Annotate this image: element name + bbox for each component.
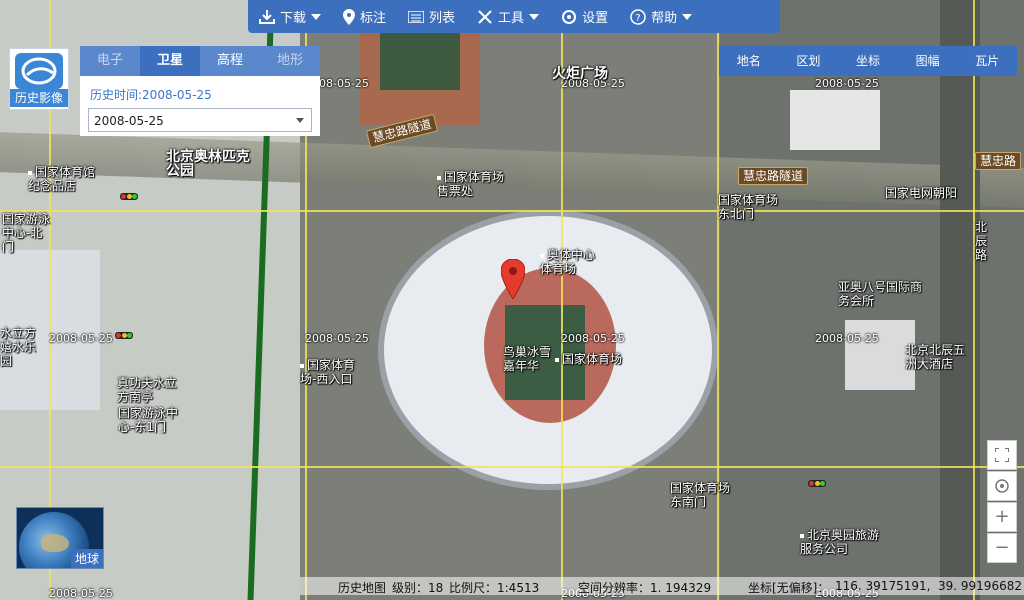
place-label: 国家游泳中心-北门 <box>2 212 51 254</box>
layer-map-sheets[interactable]: 图幅 <box>898 46 958 76</box>
tile-date: 2008-05-25 <box>815 77 879 90</box>
location-pin-icon[interactable] <box>501 259 525 299</box>
layer-tiles[interactable]: 瓦片 <box>957 46 1017 76</box>
place-label: 国家体育场售票处 <box>437 170 505 198</box>
tile-grid-line <box>973 0 975 600</box>
place-label: 北京奥林匹克公园 <box>166 149 250 179</box>
track-field-inner <box>380 30 460 90</box>
location-icon <box>343 8 356 25</box>
help-icon: ? <box>630 8 646 25</box>
settings-button[interactable]: 设置 <box>550 0 619 33</box>
tab-satellite[interactable]: 卫星 <box>140 46 200 76</box>
status-map-type: 历史地图 <box>338 581 387 595</box>
status-longitude: 116. 39175191, <box>835 579 931 593</box>
traffic-light-icon <box>808 480 826 487</box>
tile-grid-line <box>0 466 1024 468</box>
target-icon <box>995 479 1009 493</box>
status-coord-label: 坐标[无偏移]： <box>748 581 830 595</box>
zoom-out-button[interactable]: − <box>987 533 1017 563</box>
tools-icon <box>478 9 492 24</box>
place-label: 水立方嬉水乐园 <box>0 326 37 368</box>
place-label: 真功夫水立方南亭 <box>117 376 178 404</box>
tab-electronic[interactable]: 电子 <box>80 46 140 76</box>
place-label: 北辰路 <box>975 220 988 262</box>
tools-button[interactable]: 工具 <box>466 0 550 33</box>
layer-coordinates[interactable]: 坐标 <box>838 46 898 76</box>
gear-icon <box>562 9 577 24</box>
globe-label: 地球 <box>70 549 103 568</box>
tab-elevation[interactable]: 高程 <box>200 46 260 76</box>
status-latitude: 39. 99196682 <box>938 579 1022 593</box>
place-label: 北京奥园旅游服务公司 <box>800 528 880 556</box>
map-type-tabs: 电子 卫星 高程 地形 <box>80 46 320 76</box>
place-label: 国家游泳中心-东1门 <box>118 406 179 434</box>
tile-date: 2008-05-25 <box>305 332 369 345</box>
globe-view-button[interactable]: 地球 <box>16 507 104 569</box>
globe-land <box>41 534 69 552</box>
download-icon <box>259 9 275 24</box>
tile-date: 2008-05-25 <box>561 332 625 345</box>
help-label: 帮助 <box>651 11 678 26</box>
tab-terrain[interactable]: 地形 <box>260 46 320 76</box>
chevron-down-icon <box>311 13 322 20</box>
fullscreen-icon <box>994 447 1010 463</box>
history-time-panel: 历史时间:2008-05-25 2008-05-25 <box>80 76 320 136</box>
chevron-down-icon <box>296 118 304 123</box>
chevron-down-icon <box>682 13 693 20</box>
tools-label: 工具 <box>498 11 525 26</box>
status-level: 级别：18 <box>392 581 444 595</box>
tile-date: 2008-05-25 <box>815 332 879 345</box>
annotate-button[interactable]: 标注 <box>332 0 397 33</box>
place-label: 国家体育场 <box>555 352 622 366</box>
tile-grid-line <box>0 210 1024 212</box>
tile-date: 2008-05-25 <box>49 332 113 345</box>
history-time-label: 历史时间:2008-05-25 <box>90 88 212 102</box>
place-label: 亚奥八号国际商务会所 <box>838 280 923 308</box>
place-label: 奥体中心体育场 <box>540 248 596 276</box>
list-button[interactable]: 列表 <box>397 0 466 33</box>
place-label: 北京北辰五洲大酒店 <box>905 343 966 371</box>
history-logo-icon <box>15 53 63 89</box>
road-sign: 慧忠路隧道 <box>738 167 809 185</box>
tile-grid-line <box>561 0 563 600</box>
status-bar: 历史地图 级别：18 比例尺：1:4513 空间分辨率：1. 194329 坐标… <box>300 577 1024 595</box>
settings-label: 设置 <box>582 11 609 26</box>
layer-place-names[interactable]: 地名 <box>719 46 779 76</box>
traffic-light-icon <box>120 193 138 200</box>
layer-boundaries[interactable]: 区划 <box>779 46 839 76</box>
locate-button[interactable] <box>987 471 1017 501</box>
tile-grid-line <box>717 0 719 600</box>
annotate-label: 标注 <box>360 11 387 26</box>
history-date-select[interactable]: 2008-05-25 <box>88 108 312 132</box>
chevron-down-icon <box>529 13 540 20</box>
zoom-in-button[interactable]: + <box>987 502 1017 532</box>
place-label: 鸟巢冰雪嘉年华 <box>503 345 552 373</box>
traffic-light-icon <box>115 332 133 339</box>
place-label: 国家电网朝阳 <box>885 186 958 200</box>
status-scale: 比例尺：1:4513 <box>449 581 540 595</box>
list-label: 列表 <box>429 11 456 26</box>
east-buildings <box>790 90 880 150</box>
place-label: 国家体育场-西入口 <box>300 358 356 386</box>
history-logo-label: 历史影像 <box>10 89 68 107</box>
main-toolbar: 下载 标注 列表 工具 设置 ? 帮助 <box>248 0 780 33</box>
place-label: 火炬广场 <box>552 66 608 82</box>
list-icon <box>408 10 425 23</box>
place-label: 国家体育场东南门 <box>670 481 731 509</box>
tile-date: 2008-05-25 <box>49 587 113 600</box>
fullscreen-button[interactable] <box>987 440 1017 470</box>
selected-date: 2008-05-25 <box>94 114 164 128</box>
place-label: 国家体育场东北门 <box>718 193 779 221</box>
road-sign: 慧忠路 <box>975 152 1022 170</box>
layer-toggle-bar: 地名 区划 坐标 图幅 瓦片 <box>719 46 1017 76</box>
history-imagery-button[interactable]: 历史影像 <box>9 48 69 110</box>
status-resolution: 空间分辨率：1. 194329 <box>578 581 712 595</box>
help-button[interactable]: ? 帮助 <box>619 0 703 33</box>
svg-text:?: ? <box>635 13 640 24</box>
download-button[interactable]: 下载 <box>248 0 332 33</box>
download-label: 下载 <box>280 11 307 26</box>
place-label: 国家体育馆 纪念品店 <box>28 165 96 193</box>
